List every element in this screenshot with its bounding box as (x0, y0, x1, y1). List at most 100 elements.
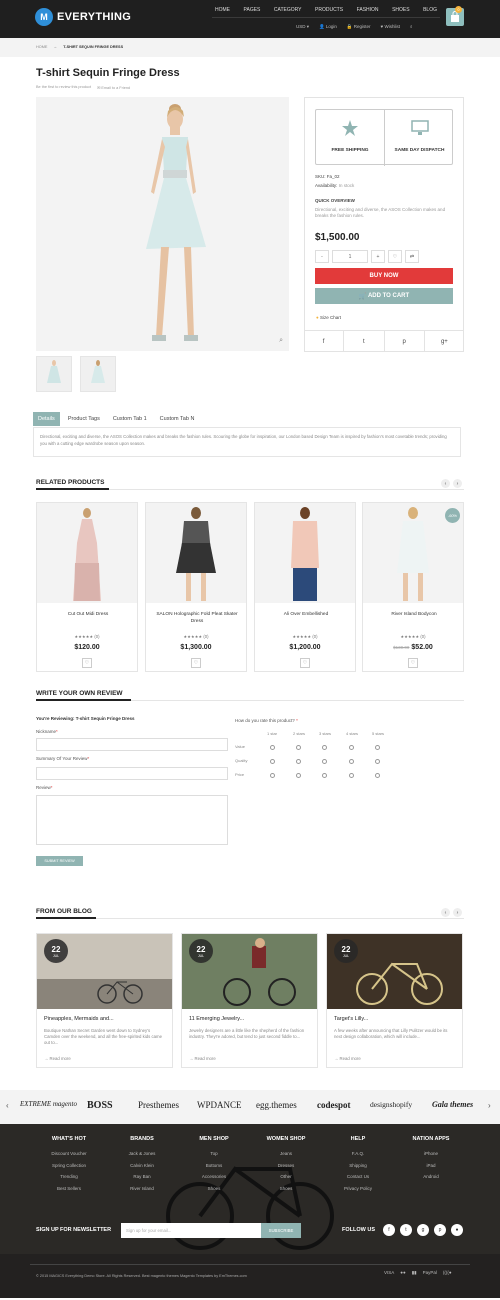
breadcrumb-home[interactable]: HOME (36, 45, 47, 49)
read-more-link[interactable]: → Read more (334, 1056, 361, 1061)
summary-field[interactable] (36, 767, 228, 780)
tab-product-tags[interactable]: Product Tags (63, 412, 105, 426)
rating-radio[interactable] (322, 745, 327, 750)
nav-category[interactable]: CATEGORY (271, 4, 305, 17)
footer-link[interactable]: Bottoms (184, 1160, 244, 1172)
facebook-icon[interactable]: f (383, 1224, 395, 1236)
footer-link[interactable]: Other (256, 1171, 316, 1183)
rating-radio[interactable] (270, 759, 275, 764)
googleplus-icon[interactable]: g (417, 1224, 429, 1236)
subscribe-button[interactable]: SUBSCRIBE (261, 1223, 301, 1238)
review-link[interactable]: Be the first to review this product (36, 85, 91, 90)
footer-link[interactable]: Best Sellers (38, 1183, 100, 1195)
footer-link[interactable]: Shoes (256, 1183, 316, 1195)
pinterest-share-icon[interactable]: p (385, 331, 425, 352)
currency-select[interactable]: USD ▾ (296, 24, 309, 30)
product-card[interactable]: Ali Over Embellished ★★★★★ (0) $1,200.00… (254, 502, 356, 672)
brand-logo[interactable]: egg.themes (256, 1100, 297, 1110)
rating-radio[interactable] (349, 773, 354, 778)
footer-link[interactable]: Shipping (328, 1160, 388, 1172)
blog-card[interactable]: 22 JUL Pineapples, Mermaids and... Boutiq… (36, 933, 173, 1068)
tab-custom-n[interactable]: Custom Tab N (155, 412, 200, 426)
product-card-image[interactable] (255, 503, 355, 603)
logo-text[interactable]: EVERYTHING (57, 11, 131, 23)
wishlist-link[interactable]: ♥ Wishlist (381, 24, 400, 30)
footer-link[interactable]: Discount Voucher (38, 1148, 100, 1160)
size-chart-link[interactable]: ● Size Chart (316, 315, 341, 320)
rating-radio[interactable] (375, 773, 380, 778)
product-card-wishlist-button[interactable]: ♡ (300, 658, 310, 668)
nav-fashion[interactable]: FASHION (354, 4, 382, 17)
facebook-share-icon[interactable]: f (304, 331, 345, 352)
rating-radio[interactable] (322, 773, 327, 778)
product-card[interactable]: Cut Out Midi Dress ★★★★★ (0) $120.00 ♡ (36, 502, 138, 672)
review-textarea[interactable] (36, 795, 228, 845)
twitter-share-icon[interactable]: t (344, 331, 385, 352)
product-card-image[interactable] (37, 503, 137, 603)
product-card-name[interactable]: Ali Over Embellished (259, 611, 353, 618)
blog-title[interactable]: Pineapples, Mermaids and... (44, 1016, 114, 1022)
compare-button[interactable]: ⇄ (405, 250, 419, 263)
brand-logo[interactable]: EXTREME magento (20, 1100, 77, 1108)
prev-arrow-icon[interactable]: ‹ (441, 479, 450, 488)
footer-link[interactable]: Jack & Jones (112, 1148, 172, 1160)
footer-link[interactable]: Android (400, 1171, 462, 1183)
footer-link[interactable]: Top (184, 1148, 244, 1160)
rating-radio[interactable] (375, 745, 380, 750)
wishlist-button[interactable]: ♡ (388, 250, 402, 263)
googleplus-share-icon[interactable]: g+ (425, 331, 464, 352)
tab-details[interactable]: Details (33, 412, 60, 426)
brand-prev-arrow-icon[interactable]: ‹ (6, 1101, 9, 1110)
logo-icon[interactable]: M (35, 8, 53, 26)
brand-next-arrow-icon[interactable]: › (488, 1101, 491, 1110)
footer-link[interactable]: Shoes (184, 1183, 244, 1195)
brand-logo[interactable]: codespot (317, 1100, 351, 1110)
nav-shoes[interactable]: SHOES (389, 4, 413, 17)
next-arrow-icon[interactable]: › (453, 479, 462, 488)
nav-home[interactable]: HOME (212, 4, 233, 17)
search-icon[interactable]: ⌕ (410, 24, 413, 30)
footer-link[interactable]: Calvin Klein (112, 1160, 172, 1172)
rating-radio[interactable] (270, 773, 275, 778)
footer-link[interactable]: F.A.Q. (328, 1148, 388, 1160)
brand-logo[interactable]: designshopify (370, 1100, 412, 1109)
qty-increase-button[interactable]: + (371, 250, 385, 263)
read-more-link[interactable]: → Read more (189, 1056, 216, 1061)
footer-link[interactable]: Trending (38, 1171, 100, 1183)
product-card-image[interactable] (146, 503, 246, 603)
tab-custom-1[interactable]: Custom Tab 1 (108, 412, 152, 426)
blog-card[interactable]: 22 JUL 11 Emerging Jewelry... Jewelry des… (181, 933, 318, 1068)
product-card-wishlist-button[interactable]: ♡ (82, 658, 92, 668)
brand-logo[interactable]: WPDANCE (197, 1100, 242, 1110)
email-friend-link[interactable]: ✉ Email to a Friend (97, 85, 130, 90)
nav-products[interactable]: PRODUCTS (312, 4, 346, 17)
buy-now-button[interactable]: BUY NOW (315, 268, 453, 284)
rating-radio[interactable] (375, 759, 380, 764)
prev-arrow-icon[interactable]: ‹ (441, 908, 450, 917)
twitter-icon[interactable]: t (400, 1224, 412, 1236)
qty-input[interactable]: 1 (332, 250, 368, 263)
footer-link[interactable]: Accessories (184, 1171, 244, 1183)
rating-radio[interactable] (296, 745, 301, 750)
footer-link[interactable]: Dresses (256, 1160, 316, 1172)
blog-card[interactable]: 22 JUL Target's Lilly... A few weeks afte… (326, 933, 463, 1068)
blog-title[interactable]: 11 Emerging Jewelry... (189, 1016, 244, 1022)
login-link[interactable]: 👤 Login (319, 24, 337, 30)
brand-logo[interactable]: BOSS (87, 1100, 113, 1111)
footer-link[interactable]: Ray Ban (112, 1171, 172, 1183)
nav-blog[interactable]: BLOG (420, 4, 440, 17)
rating-radio[interactable] (349, 745, 354, 750)
footer-link[interactable]: Contact Us (328, 1171, 388, 1183)
qty-decrease-button[interactable]: - (315, 250, 329, 263)
footer-link[interactable]: Jeans (256, 1148, 316, 1160)
footer-link[interactable]: iPhone (400, 1148, 462, 1160)
next-arrow-icon[interactable]: › (453, 908, 462, 917)
footer-link[interactable]: Spring Collection (38, 1160, 100, 1172)
rating-radio[interactable] (296, 759, 301, 764)
rating-radio[interactable] (349, 759, 354, 764)
add-to-cart-button[interactable]: 🛒 ADD TO CART (315, 288, 453, 304)
rating-radio[interactable] (270, 745, 275, 750)
product-main-image[interactable]: ⌕ (36, 97, 289, 351)
nickname-field[interactable] (36, 738, 228, 751)
brand-logo[interactable]: Gala themes (432, 1100, 473, 1109)
